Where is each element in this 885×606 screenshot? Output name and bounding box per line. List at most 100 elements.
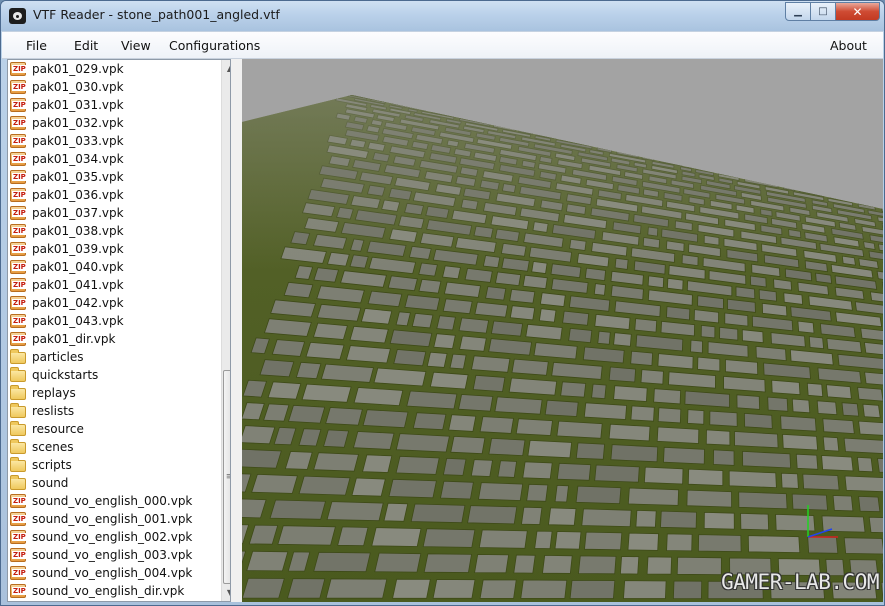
tree-item-label: pak01_032.vpk (32, 116, 124, 130)
tree-item[interactable]: scripts (10, 456, 72, 474)
zip-icon (10, 170, 27, 184)
folder-icon (10, 421, 26, 436)
tree-item[interactable]: pak01_033.vpk (10, 132, 124, 150)
menu-about[interactable]: About (830, 38, 867, 53)
tree-item-label: pak01_042.vpk (32, 296, 124, 310)
zip-icon (10, 242, 27, 256)
tree-item-label: replays (32, 386, 76, 400)
tree-item[interactable]: particles (10, 348, 84, 366)
tree-item[interactable]: replays (10, 384, 76, 402)
tree-item[interactable]: quickstarts (10, 366, 98, 384)
tree-item[interactable]: scenes (10, 438, 73, 456)
tree-item-label: pak01_031.vpk (32, 98, 124, 112)
maximize-button[interactable]: □ (811, 2, 836, 21)
tree-item-label: particles (32, 350, 84, 364)
tree-item-label: scenes (32, 440, 74, 454)
zip-icon (10, 224, 27, 238)
menu-edit[interactable]: Edit (74, 38, 98, 53)
tree-item[interactable]: pak01_040.vpk (10, 258, 124, 276)
zip-icon (10, 116, 27, 130)
tree-item[interactable]: pak01_043.vpk (10, 312, 124, 330)
tree-item[interactable]: pak01_036.vpk (10, 186, 124, 204)
menu-file[interactable]: File (26, 38, 47, 53)
tree-item[interactable]: pak01_dir.vpk (10, 330, 115, 348)
tree-item-label: quickstarts (32, 368, 99, 382)
zip-icon (10, 548, 27, 562)
tree-item[interactable]: sound_vo_english_001.vpk (10, 510, 192, 528)
tree-item-label: sound_vo_english_002.vpk (32, 530, 193, 544)
app-window: VTF Reader - stone_path001_angled.vtf ▁ … (0, 0, 885, 606)
zip-icon (10, 134, 27, 148)
tree-item-label: sound (32, 476, 69, 490)
vtf-reader-app-icon[interactable] (9, 8, 26, 24)
tree-item-label: sound_vo_english_000.vpk (32, 494, 193, 508)
menu-configurations[interactable]: Configurations (169, 38, 260, 53)
zip-icon (10, 278, 27, 292)
zip-icon (10, 206, 27, 220)
folder-icon (10, 457, 26, 472)
maximize-icon: □ (818, 6, 828, 17)
scroll-up-arrow-icon[interactable]: ▲ (222, 60, 230, 77)
tree-item-label: sound_vo_english_dir.vpk (32, 584, 185, 598)
tree-item[interactable]: pak01_034.vpk (10, 150, 124, 168)
file-tree-scrollbar[interactable]: ▲ ≡ ▼ (221, 60, 230, 601)
menu-view[interactable]: View (121, 38, 151, 53)
tree-item-label: pak01_041.vpk (32, 278, 124, 292)
tree-item[interactable]: reslists (10, 402, 74, 420)
zip-icon (10, 566, 27, 580)
tree-item[interactable]: pak01_038.vpk (10, 222, 124, 240)
zip-icon (10, 98, 27, 112)
tree-item-label: sound_vo_english_004.vpk (32, 566, 193, 580)
tree-item-label: sound_vo_english_003.vpk (32, 548, 193, 562)
zip-icon (10, 530, 27, 544)
tree-item-label: pak01_029.vpk (32, 62, 124, 76)
tree-item-label: pak01_039.vpk (32, 242, 124, 256)
tree-item-label: pak01_030.vpk (32, 80, 124, 94)
zip-icon (10, 584, 27, 598)
tree-item[interactable]: pak01_031.vpk (10, 96, 124, 114)
minimize-icon: ▁ (794, 6, 802, 17)
tree-item-label: reslists (32, 404, 75, 418)
tree-item[interactable]: pak01_042.vpk (10, 294, 124, 312)
scroll-thumb[interactable]: ≡ (223, 370, 230, 584)
tree-item[interactable]: sound_vo_english_004.vpk (10, 564, 192, 582)
tree-item[interactable]: pak01_041.vpk (10, 276, 124, 294)
tree-item[interactable]: sound (10, 474, 68, 492)
close-icon: ✕ (852, 4, 863, 19)
folder-icon (10, 349, 26, 364)
menu-bar: File Edit View Configurations About (2, 31, 883, 59)
tree-item[interactable]: sound_vo_english_002.vpk (10, 528, 192, 546)
tree-item-label: pak01_037.vpk (32, 206, 124, 220)
tree-item-label: pak01_033.vpk (32, 134, 124, 148)
tree-item[interactable]: pak01_035.vpk (10, 168, 124, 186)
tree-item-label: pak01_035.vpk (32, 170, 124, 184)
tree-item[interactable]: pak01_029.vpk (10, 60, 124, 78)
close-button[interactable]: ✕ (836, 2, 880, 21)
zip-icon (10, 494, 27, 508)
file-tree-panel[interactable]: pak01_029.vpk pak01_030.vpk pak01_031.vpkp… (7, 59, 231, 602)
title-bar[interactable]: VTF Reader - stone_path001_angled.vtf ▁ … (1, 1, 884, 31)
tree-item-label: pak01_034.vpk (32, 152, 124, 166)
texture-3d-viewport[interactable]: GAMER-LAB.COM (242, 59, 883, 602)
tree-item[interactable]: pak01_030.vpk (10, 78, 124, 96)
tree-item[interactable]: sound_vo_english_003.vpk (10, 546, 192, 564)
scroll-down-arrow-icon[interactable]: ▼ (222, 584, 230, 601)
folder-icon (10, 367, 26, 382)
tree-item[interactable]: pak01_039.vpk (10, 240, 124, 258)
folder-icon (10, 403, 26, 418)
zip-icon (10, 188, 27, 202)
grip-icon: ≡ (226, 472, 230, 482)
minimize-button[interactable]: ▁ (785, 2, 811, 21)
tree-item[interactable]: pak01_037.vpk (10, 204, 124, 222)
tree-item[interactable]: sound_vo_english_000.vpk (10, 492, 192, 510)
zip-icon (10, 332, 27, 346)
tree-item[interactable]: sound_vo_english_dir.vpk (10, 582, 184, 600)
tree-item-label: pak01_043.vpk (32, 314, 124, 328)
zip-icon (10, 152, 27, 166)
tree-item[interactable]: pak01_032.vpk (10, 114, 124, 132)
tree-item[interactable]: resource (10, 420, 84, 438)
window-title: VTF Reader - stone_path001_angled.vtf (33, 7, 280, 22)
zip-icon (10, 512, 27, 526)
zip-icon (10, 314, 27, 328)
zip-icon (10, 260, 27, 274)
